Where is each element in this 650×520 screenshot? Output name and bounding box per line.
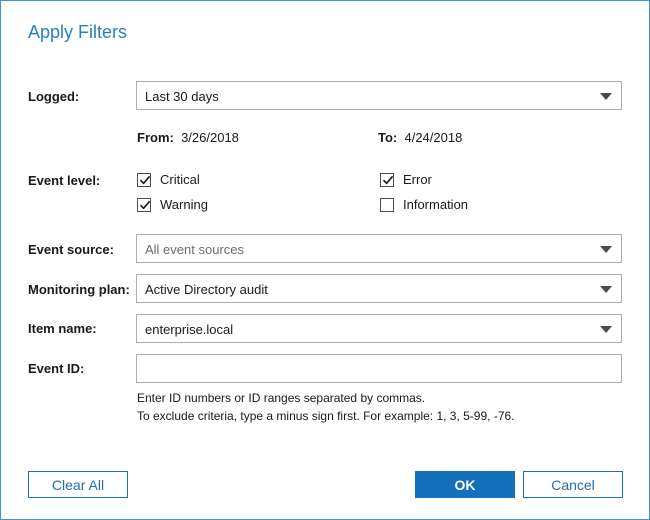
chevron-down-icon <box>600 286 612 293</box>
checkbox-unchecked-icon <box>380 197 394 212</box>
monitoring-plan-value: Active Directory audit <box>145 282 268 297</box>
event-id-hint-line2: To exclude criteria, type a minus sign f… <box>137 409 515 423</box>
checkbox-error[interactable]: Error <box>380 172 432 187</box>
event-source-value: All event sources <box>145 242 244 257</box>
cancel-button[interactable]: Cancel <box>523 471 623 498</box>
ok-button[interactable]: OK <box>415 471 515 498</box>
event-source-dropdown[interactable]: All event sources <box>136 234 622 263</box>
event-source-label: Event source: <box>28 242 114 257</box>
checkbox-checked-icon <box>137 197 151 212</box>
from-label: From: <box>137 130 174 145</box>
monitoring-plan-dropdown[interactable]: Active Directory audit <box>136 274 622 303</box>
chevron-down-icon <box>600 246 612 253</box>
event-id-input[interactable] <box>136 354 622 383</box>
to-label: To: <box>378 130 398 145</box>
from-date: From: 3/26/2018 <box>137 130 239 145</box>
checkbox-warning[interactable]: Warning <box>137 197 208 212</box>
checkbox-error-label: Error <box>403 172 432 187</box>
from-value: 3/26/2018 <box>181 130 239 145</box>
logged-value: Last 30 days <box>145 89 219 104</box>
item-name-label: Item name: <box>28 321 97 336</box>
to-date: To: 4/24/2018 <box>378 130 462 145</box>
event-level-label: Event level: <box>28 173 101 188</box>
checkbox-information[interactable]: Information <box>380 197 468 212</box>
checkbox-checked-icon <box>380 172 394 187</box>
apply-filters-dialog: Apply Filters Logged: Last 30 days From:… <box>0 0 650 520</box>
monitoring-plan-label: Monitoring plan: <box>28 282 130 297</box>
checkbox-critical[interactable]: Critical <box>137 172 200 187</box>
logged-dropdown[interactable]: Last 30 days <box>136 81 622 110</box>
chevron-down-icon <box>600 326 612 333</box>
item-name-dropdown[interactable]: enterprise.local <box>136 314 622 343</box>
event-id-hint-line1: Enter ID numbers or ID ranges separated … <box>137 391 426 405</box>
logged-label: Logged: <box>28 89 80 104</box>
event-id-label: Event ID: <box>28 361 85 376</box>
checkbox-information-label: Information <box>403 197 469 212</box>
checkbox-checked-icon <box>137 172 151 187</box>
dialog-title: Apply Filters <box>28 22 128 42</box>
chevron-down-icon <box>600 93 612 100</box>
checkbox-warning-label: Warning <box>160 197 208 212</box>
checkbox-critical-label: Critical <box>160 172 200 187</box>
to-value: 4/24/2018 <box>404 130 463 145</box>
item-name-value: enterprise.local <box>145 322 234 337</box>
clear-all-button[interactable]: Clear All <box>28 471 128 498</box>
